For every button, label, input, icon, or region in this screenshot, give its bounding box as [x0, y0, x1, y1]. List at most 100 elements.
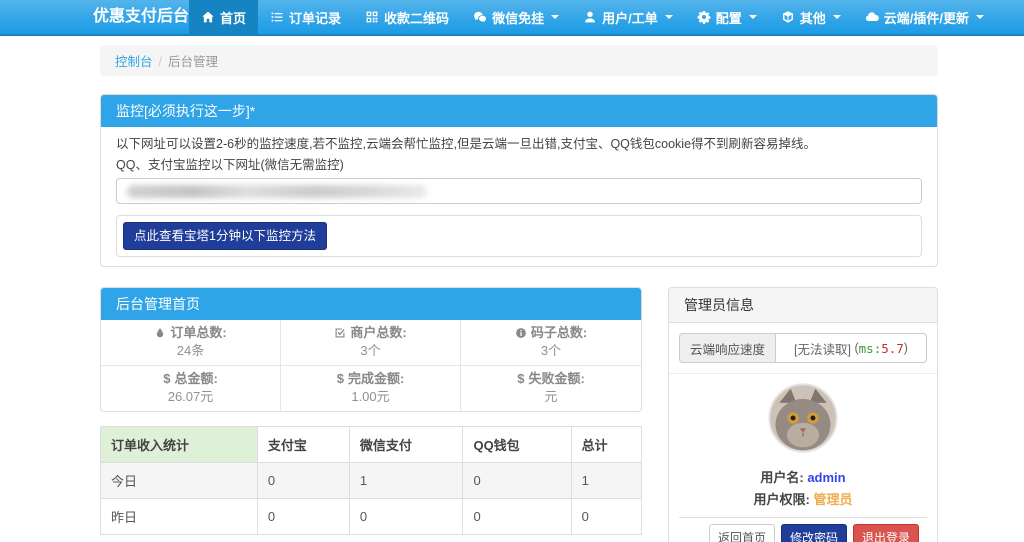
cell-qq: 0	[462, 498, 572, 535]
table-row-yesterday: 昨日 0 0 0 0	[100, 498, 643, 535]
cell-wechat: 0	[348, 498, 464, 535]
cloud-response-speed-group: 云端响应速度 [无法读取] (ms: 5.7)	[679, 333, 927, 363]
nav-item-label: 首页	[220, 10, 247, 26]
monitor-panel-body: 以下网址可以设置2-6秒的监控速度,若不监控,云端会帮忙监控,但是云端一旦出错,…	[101, 127, 937, 266]
speed-ms-number: 5.7	[881, 340, 904, 356]
admin-panel-body: 云端响应速度 [无法读取] (ms: 5.7) 用户名: admin 用户权限:…	[669, 323, 937, 542]
baota-monitor-help-button[interactable]: 点此查看宝塔1分钟以下监控方法	[123, 222, 327, 250]
stat-label: 码子总数:	[530, 325, 588, 340]
wechat-icon	[474, 11, 487, 23]
stat-cell-completed-amount: $ 完成金额: 1.00元	[281, 366, 461, 411]
monitor-help-box: 点此查看宝塔1分钟以下监控方法	[116, 215, 922, 257]
nav-item-label: 云端/插件/更新	[883, 10, 969, 26]
cell-qq: 0	[462, 462, 572, 499]
stat-cell-merchants: 商户总数: 3个	[281, 320, 461, 366]
breadcrumb: 控制台 / 后台管理	[100, 45, 938, 76]
right-column: 管理员信息 云端响应速度 [无法读取] (ms: 5.7) 用户名: admin…	[668, 287, 938, 542]
cell-total: 1	[570, 462, 643, 499]
gear-icon	[697, 11, 711, 24]
income-stats-table: 订单收入统计 支付宝 微信支付 QQ钱包 总计 今日 0 1 0 1 昨日 0 …	[100, 426, 643, 535]
username-link[interactable]: admin	[807, 470, 845, 485]
monitor-panel: 监控[必须执行这一步]* 以下网址可以设置2-6秒的监控速度,若不监控,云端会帮…	[100, 94, 938, 267]
monitor-desc-line2: QQ、支付宝监控以下网址(微信无需监控)	[116, 158, 344, 172]
monitor-url-input[interactable]	[116, 178, 922, 204]
nav-item-order-records[interactable]: 订单记录	[258, 0, 353, 34]
speed-ms-label: ms:	[858, 340, 882, 356]
role-value: 管理员	[813, 492, 853, 507]
dollar-icon: $	[336, 371, 344, 386]
chevron-down-icon	[975, 15, 984, 19]
stat-cell-total-amount: $ 总金额: 26.07元	[101, 366, 281, 411]
breadcrumb-current: 后台管理	[168, 55, 219, 69]
chevron-down-icon	[832, 15, 841, 19]
change-password-button[interactable]: 修改密码	[780, 524, 847, 542]
breadcrumb-console-link[interactable]: 控制台	[115, 55, 153, 69]
stat-value: 26.07元	[167, 389, 214, 404]
table-row-today: 今日 0 1 0 1	[100, 462, 643, 499]
logout-button[interactable]: 退出登录	[852, 524, 919, 542]
stats-panel-title: 后台管理首页	[101, 288, 641, 320]
stat-value: 24条	[176, 343, 205, 358]
breadcrumb-separator: /	[158, 55, 162, 69]
redacted-url-blur	[127, 185, 427, 198]
admin-panel-footer: 返回首页 修改密码 退出登录	[679, 517, 927, 542]
stat-cell-failed-amount: $ 失败金额: 元	[461, 366, 641, 411]
top-navbar: 优惠支付后台 首页 订单记录 收款二维码 微信免挂 用户/工单 配置 其他 云端…	[0, 0, 1024, 36]
left-column: 后台管理首页 订单总数: 24条 商户总数: 3个 码子总数: 3个 $ 总金额…	[100, 287, 643, 535]
stats-panel: 后台管理首页 订单总数: 24条 商户总数: 3个 码子总数: 3个 $ 总金额…	[100, 287, 642, 412]
stat-value: 3个	[360, 343, 381, 358]
page-container: 控制台 / 后台管理 监控[必须执行这一步]* 以下网址可以设置2-6秒的监控速度,…	[100, 45, 938, 542]
nav-item-label: 配置	[715, 10, 742, 26]
monitor-desc-line1: 以下网址可以设置2-6秒的监控速度,若不监控,云端会帮忙监控,但是云端一旦出错,…	[116, 137, 817, 151]
stat-value: 元	[544, 389, 558, 404]
nav-item-label: 订单记录	[289, 10, 342, 26]
brand-title[interactable]: 优惠支付后台	[93, 0, 189, 34]
username-line: 用户名: admin	[679, 467, 927, 486]
stat-cell-codes: 码子总数: 3个	[461, 320, 641, 366]
row-label: 今日	[100, 462, 258, 499]
dollar-icon: $	[517, 371, 525, 386]
stat-label: 完成金额:	[347, 371, 405, 386]
nav-item-config[interactable]: 配置	[685, 0, 769, 34]
info-circle-icon	[515, 328, 526, 338]
table-header-wechat-pay: 微信支付	[348, 426, 464, 463]
nav-item-label: 用户/工单	[602, 10, 658, 26]
chevron-down-icon	[551, 15, 560, 19]
cube-icon	[782, 11, 793, 23]
nav-item-users-tickets[interactable]: 用户/工单	[571, 0, 685, 34]
table-header-income-stats: 订单收入统计	[100, 426, 258, 463]
list-icon	[271, 12, 283, 22]
divider	[669, 373, 937, 374]
home-icon	[202, 11, 214, 23]
speed-value: [无法读取] (ms: 5.7)	[775, 333, 927, 363]
cat-avatar	[768, 383, 838, 453]
role-line: 用户权限: 管理员	[679, 489, 927, 508]
nav-item-other[interactable]: 其他	[769, 0, 853, 34]
username-label: 用户名:	[760, 470, 804, 485]
nav-item-home[interactable]: 首页	[189, 0, 259, 34]
user-icon	[585, 11, 596, 23]
tint-icon	[157, 328, 164, 338]
table-header-qq-wallet: QQ钱包	[462, 426, 572, 463]
stat-value: 1.00元	[351, 389, 390, 404]
stat-cell-orders: 订单总数: 24条	[101, 320, 281, 366]
stat-label: 商户总数:	[350, 325, 407, 340]
speed-paren-close: )	[903, 341, 908, 355]
chevron-down-icon	[748, 15, 757, 19]
cell-alipay: 0	[256, 462, 350, 499]
admin-info-panel: 管理员信息 云端响应速度 [无法读取] (ms: 5.7) 用户名: admin…	[668, 287, 938, 542]
stats-grid: 订单总数: 24条 商户总数: 3个 码子总数: 3个 $ 总金额: 26.07…	[101, 320, 641, 411]
nav-item-cloud-plugins-update[interactable]: 云端/插件/更新	[853, 0, 996, 34]
cell-wechat: 1	[348, 462, 464, 499]
admin-panel-title: 管理员信息	[669, 288, 937, 323]
stat-label: 总金额:	[174, 371, 218, 386]
stat-label: 订单总数:	[170, 325, 227, 340]
speed-label: 云端响应速度	[679, 333, 776, 363]
chevron-down-icon	[664, 15, 673, 19]
nav-item-payment-qrcode[interactable]: 收款二维码	[353, 0, 461, 34]
nav-item-wechat-free[interactable]: 微信免挂	[461, 0, 571, 34]
nav-item-label: 其他	[799, 10, 826, 26]
back-home-button[interactable]: 返回首页	[708, 524, 775, 542]
nav-item-label: 微信免挂	[492, 10, 545, 26]
cloud-icon	[865, 12, 879, 21]
